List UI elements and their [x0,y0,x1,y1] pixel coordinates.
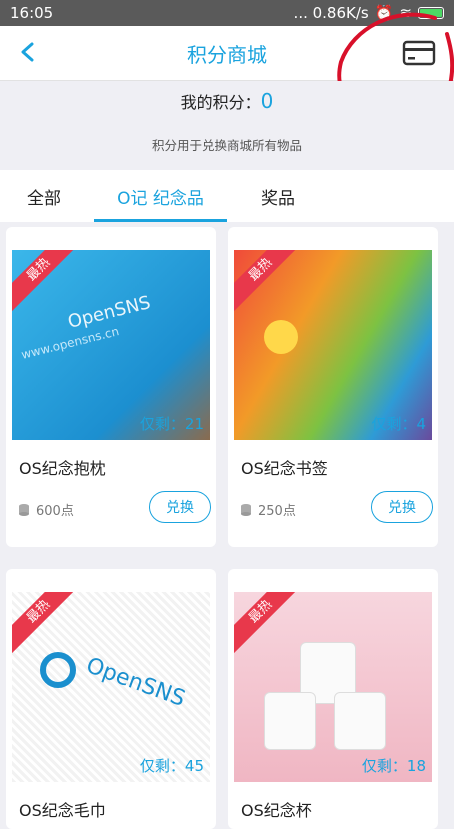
price-value: 250点 [258,504,296,519]
tab-souvenirs[interactable]: O记 纪念品 [88,170,233,222]
alarm-icon: ⏰ [374,4,394,22]
product-name: OS纪念杯 [241,801,312,820]
stock-label: 仅剩：21 [139,415,204,433]
top-bar: 积分商城 [0,26,454,81]
stock-label: 仅剩：45 [139,757,204,775]
coin-stack-icon [19,503,29,516]
product-grid: OpenSNS www.opensns.cn 最热 仅剩：21 OS纪念抱枕 6… [0,227,454,829]
product-image: 最热 仅剩：18 [234,592,432,782]
tab-all[interactable]: 全部 [0,170,88,222]
stock-label: 仅剩：18 [361,757,426,775]
coin-stack-icon [241,503,251,516]
category-tabs: 全部 O记 纪念品 奖品 [0,170,454,222]
exchange-button[interactable]: 兑换 [149,491,211,523]
product-card[interactable]: OpenSNS www.opensns.cn 最热 仅剩：21 OS纪念抱枕 6… [6,227,216,547]
product-card[interactable]: 最热 仅剩：4 OS纪念书签 250点 兑换 [228,227,438,547]
card-icon[interactable] [402,40,436,66]
product-image: 最热 仅剩：4 [234,250,432,440]
price-info: 600点 [18,500,74,519]
hot-ribbon: 最热 [12,592,85,658]
hot-ribbon: 最热 [234,250,307,316]
product-image: OpenSNS 最热 仅剩：45 [12,592,210,782]
battery-icon [418,7,444,19]
points-line: 我的积分：0 [0,89,454,113]
network-speed: ... 0.86K/s [293,4,369,22]
product-card[interactable]: 最热 仅剩：18 OS纪念杯 [228,569,438,829]
page-title: 积分商城 [187,42,267,67]
product-name: OS纪念抱枕 [19,459,106,478]
product-name: OS纪念书签 [241,459,328,478]
points-label: 我的积分： [180,93,261,112]
hot-ribbon: 最热 [12,250,85,316]
wifi-icon: ≋ [399,4,412,22]
product-name: OS纪念毛巾 [19,801,106,820]
exchange-button[interactable]: 兑换 [371,491,433,523]
points-value: 0 [260,89,274,113]
status-time: 16:05 [10,4,54,22]
back-button[interactable] [14,38,42,66]
product-card[interactable]: OpenSNS 最热 仅剩：45 OS纪念毛巾 [6,569,216,829]
points-description: 积分用于兑换商城所有物品 [151,138,302,153]
status-bar: 16:05 ... 0.86K/s ⏰ ≋ [0,0,454,26]
price-value: 600点 [36,504,74,519]
points-panel: 我的积分：0 积分用于兑换商城所有物品 [0,81,454,170]
hot-ribbon: 最热 [234,592,307,658]
stock-label: 仅剩：4 [371,415,426,433]
price-info: 250点 [240,500,296,519]
status-icons: ... 0.86K/s ⏰ ≋ [294,4,444,22]
product-image: OpenSNS www.opensns.cn 最热 仅剩：21 [12,250,210,440]
tab-prizes[interactable]: 奖品 [233,170,323,222]
